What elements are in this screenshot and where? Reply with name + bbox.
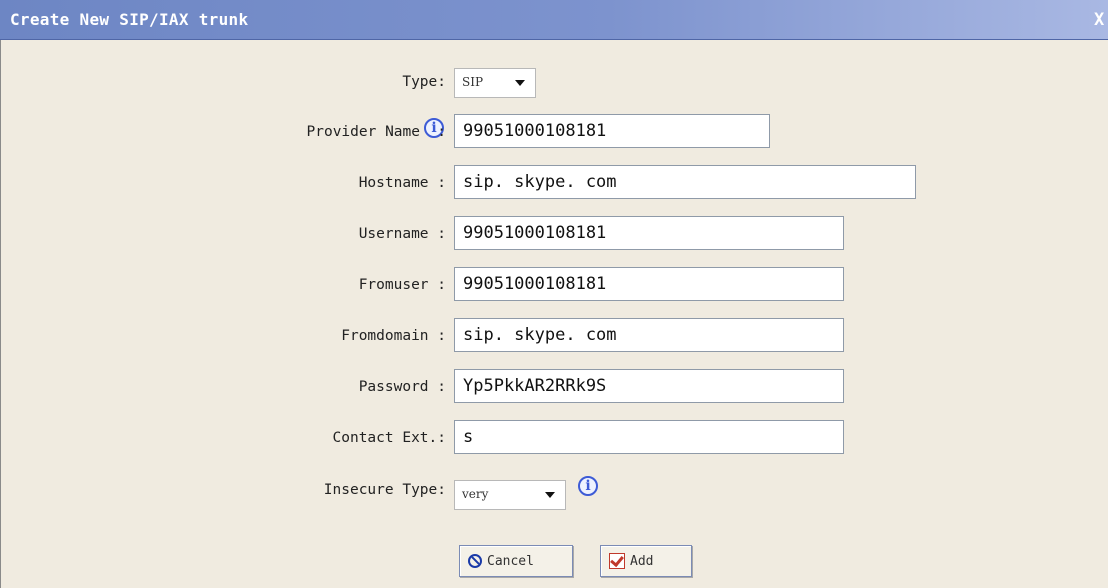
close-button[interactable]: X <box>1094 10 1108 30</box>
dialog-titlebar: Create New SIP/IAX trunk X <box>0 0 1108 40</box>
provider-name-colon: : <box>437 124 446 140</box>
cancel-button[interactable]: Cancel <box>459 545 573 577</box>
hostname-label: Hostname : <box>358 175 446 191</box>
cancel-icon <box>468 554 482 568</box>
password-input[interactable] <box>454 369 844 403</box>
cancel-button-label: Cancel <box>487 553 534 569</box>
username-label: Username : <box>358 226 446 242</box>
provider-name-label: Provider Name <box>306 124 421 140</box>
info-icon[interactable]: i <box>578 476 598 496</box>
fromdomain-label: Fromdomain : <box>341 328 446 344</box>
add-button[interactable]: Add <box>600 545 692 577</box>
insecure-type-label: Insecure Type: <box>323 482 446 498</box>
add-button-label: Add <box>630 553 654 569</box>
fromdomain-input[interactable] <box>454 318 844 352</box>
checkbox-check-icon <box>609 553 625 569</box>
dialog-border <box>0 40 1 588</box>
chevron-down-icon <box>515 80 525 86</box>
type-select[interactable]: SIP <box>454 68 536 98</box>
chevron-down-icon <box>545 492 555 498</box>
username-input[interactable] <box>454 216 844 250</box>
insecure-type-select[interactable]: very <box>454 480 566 510</box>
fromuser-input[interactable] <box>454 267 844 301</box>
type-label: Type: <box>402 74 446 90</box>
contact-ext-label: Contact Ext.: <box>332 430 447 446</box>
hostname-input[interactable] <box>454 165 916 199</box>
insecure-type-value: very <box>462 487 489 501</box>
type-select-value: SIP <box>462 75 484 89</box>
contact-ext-input[interactable] <box>454 420 844 454</box>
fromuser-label: Fromuser : <box>358 277 446 293</box>
password-label: Password : <box>358 379 446 395</box>
provider-name-input[interactable] <box>454 114 770 148</box>
dialog-title: Create New SIP/IAX trunk <box>10 10 249 29</box>
